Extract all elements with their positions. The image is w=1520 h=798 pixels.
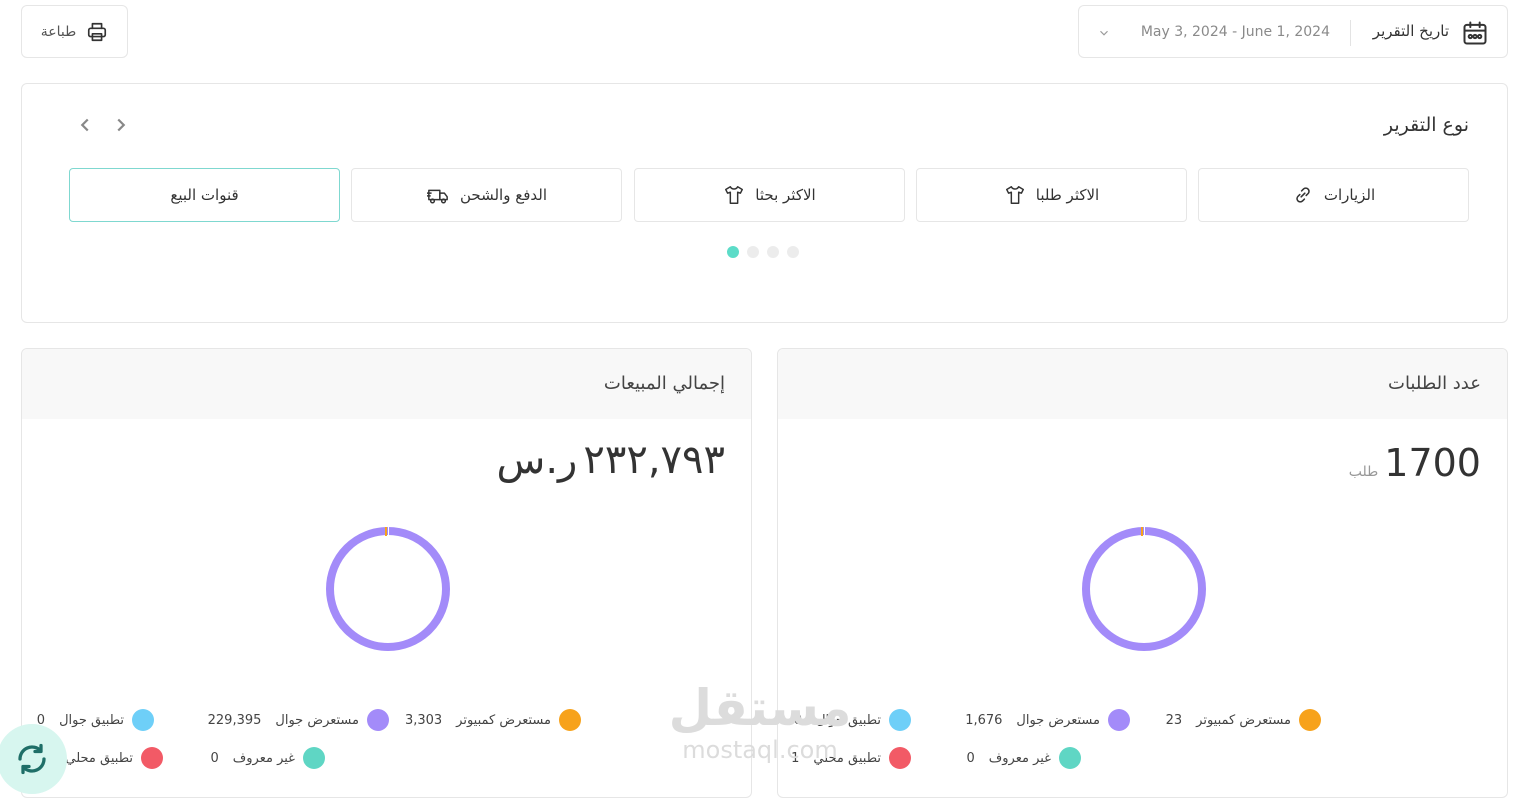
tab-most-ordered[interactable]: الاكثر طلبا: [916, 168, 1187, 222]
total-sales-value: ر.س ٢٣٢,٧٩٣: [497, 437, 725, 483]
link-icon: [1296, 187, 1310, 203]
orders-donut-chart: [1082, 527, 1206, 651]
chevron-right-icon[interactable]: [110, 114, 132, 136]
tab-payment-shipping[interactable]: الدفع والشحن: [351, 168, 622, 222]
legend-label: غير معروف: [232, 750, 295, 766]
date-range-value[interactable]: May 3, 2024 - June 1, 2024: [1141, 24, 1330, 40]
delivery-truck-icon: [427, 189, 448, 204]
legend-item-unknown: 0 غير معروف: [211, 747, 325, 769]
calendar-icon: [1463, 21, 1487, 45]
pagination-dot[interactable]: [767, 246, 779, 258]
legend-label: مستعرض جوال: [275, 712, 359, 728]
total-sales-card: إجمالي المبيعات ر.س ٢٣٢,٧٩٣ 3,303 مستعرض…: [21, 348, 752, 798]
legend-item-unknown: 0 غير معروف: [967, 747, 1081, 769]
legend-swatch: [1108, 709, 1130, 731]
legend-swatch: [367, 709, 389, 731]
donut-ring: [1082, 527, 1206, 651]
report-type-title: نوع التقرير: [1383, 114, 1469, 136]
chevron-down-icon[interactable]: [1097, 26, 1111, 40]
pagination-dot[interactable]: [747, 246, 759, 258]
legend-swatch: [1059, 747, 1081, 769]
tab-sales-channels[interactable]: قنوات البيع: [69, 168, 340, 222]
legend-label: تطبيق محلي: [65, 750, 133, 766]
legend-value: 0: [210, 750, 219, 766]
date-label: تاريخ التقرير: [1372, 22, 1449, 40]
card-header: عدد الطلبات: [778, 349, 1507, 419]
legend-swatch: [889, 709, 911, 731]
sales-donut-chart: [326, 527, 450, 651]
donut-ring: [326, 527, 450, 651]
tab-label: الاكثر طلبا: [1035, 186, 1100, 204]
currency-unit: ر.س: [496, 437, 578, 483]
legend-item-mobile-browser: 1,676 مستعرض جوال: [965, 709, 1130, 731]
watermark-latin: mostaql.com: [682, 736, 838, 764]
legend-value: 1,676: [965, 712, 1003, 728]
pagination-dot-active[interactable]: [727, 246, 739, 258]
legend-item-mobile-browser: 229,395 مستعرض جوال: [208, 709, 389, 731]
legend-item-desktop: 23 مستعرض كمبيوتر: [1166, 709, 1321, 731]
refresh-icon: [18, 743, 46, 775]
legend-label: مستعرض كمبيوتر: [1196, 712, 1291, 728]
card-title: إجمالي المبيعات: [603, 373, 725, 394]
shirt-icon: [725, 186, 744, 204]
legend-swatch: [132, 709, 154, 731]
watermark-arabic: مستقل: [668, 679, 852, 737]
sales-amount: ٢٣٢,٧٩٣: [583, 437, 725, 483]
tab-most-searched[interactable]: الاكثر بحثا: [634, 168, 905, 222]
legend-label: غير معروف: [988, 750, 1051, 766]
tab-label: الاكثر بحثا: [755, 186, 816, 204]
orders-unit: طلب: [1348, 464, 1379, 480]
chevron-left-icon[interactable]: [74, 114, 96, 136]
legend-value: 0: [966, 750, 975, 766]
carousel-pagination: [727, 246, 799, 258]
report-date-picker[interactable]: تاريخ التقرير May 3, 2024 - June 1, 2024: [1078, 5, 1508, 58]
legend-label: مستعرض كمبيوتر: [456, 712, 551, 728]
report-type-card: نوع التقرير الزيارات الاكثر طلبا الاكثر …: [21, 83, 1508, 323]
legend-swatch: [303, 747, 325, 769]
tab-visits[interactable]: الزيارات: [1198, 168, 1469, 222]
legend-swatch: [559, 709, 581, 731]
legend-swatch: [1299, 709, 1321, 731]
tab-label: الزيارات: [1323, 186, 1376, 204]
legend-value: 229,395: [207, 712, 262, 728]
legend-swatch: [141, 747, 163, 769]
print-button[interactable]: طباعة: [21, 5, 128, 58]
watermark: مستقل mostaql.com: [665, 680, 855, 775]
legend-value: 23: [1165, 712, 1183, 728]
legend-label: تطبيق جوال: [59, 712, 124, 728]
pagination-dot[interactable]: [787, 246, 799, 258]
shirt-icon: [1005, 186, 1024, 204]
tab-label: قنوات البيع: [170, 186, 239, 204]
tab-label: الدفع والشحن: [460, 186, 547, 204]
legend-swatch: [889, 747, 911, 769]
orders-number: 1700: [1384, 441, 1481, 485]
legend-label: مستعرض جوال: [1016, 712, 1100, 728]
legend-value: 3,303: [404, 712, 443, 728]
legend-item-desktop: 3,303 مستعرض كمبيوتر: [405, 709, 581, 731]
print-label: طباعة: [40, 23, 77, 40]
legend-item-mobile-app: 0 تطبيق جوال: [37, 709, 154, 731]
printer-icon: [88, 22, 107, 41]
divider: [1350, 20, 1351, 46]
orders-count-value: طلب 1700: [1349, 441, 1481, 485]
card-title: عدد الطلبات: [1388, 373, 1481, 394]
card-header: إجمالي المبيعات: [22, 349, 751, 419]
orders-count-card: عدد الطلبات طلب 1700 23 مستعرض كمبيوتر 1…: [777, 348, 1508, 798]
refresh-button[interactable]: [0, 724, 67, 794]
